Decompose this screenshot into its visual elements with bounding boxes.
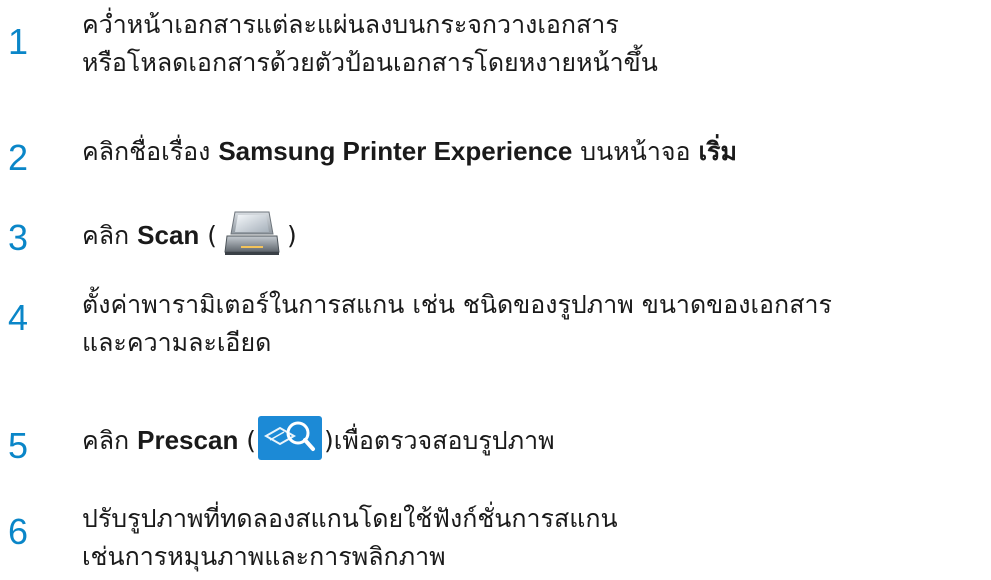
open-paren: ( — [199, 221, 217, 250]
prescan-magnifier-icon — [258, 416, 323, 460]
step-number: 1 — [8, 21, 29, 62]
step-line: คว่ำหน้าเอกสารแต่ละแผ่นลงบนกระจกวางเอกสา… — [82, 10, 619, 39]
step-text: คว่ำหน้าเอกสารแต่ละแผ่นลงบนกระจกวางเอกสา… — [82, 6, 658, 82]
step-text: ปรับรูปภาพที่ทดลองสแกนโดยใช้ฟังก์ชั่นการ… — [82, 500, 618, 576]
scan-keyword: Scan — [137, 220, 200, 250]
step-line: หรือโหลดเอกสารด้วยตัวป้อนเอกสารโดยหงายหน… — [82, 48, 658, 77]
step-number: 2 — [8, 137, 29, 178]
step-text: คลิกชื่อเรื่อง Samsung Printer Experienc… — [82, 132, 737, 171]
open-paren: ( — [238, 426, 257, 455]
step-prefix: คลิก — [82, 426, 138, 455]
step-text: คลิก Prescan ( )เพื่อตรวจสอบรูปภาพ — [82, 416, 555, 464]
step-line: ปรับรูปภาพที่ทดลองสแกนโดยใช้ฟังก์ชั่นการ… — [82, 504, 618, 533]
step-number: 6 — [8, 511, 29, 552]
step-text: ตั้งค่าพารามิเตอร์ในการสแกน เช่น ชนิดของ… — [82, 286, 832, 362]
step-line: เช่นการหมุนภาพและการพลิกภาพ — [82, 542, 446, 571]
close-paren: ) — [324, 426, 334, 455]
step-number: 3 — [8, 217, 29, 258]
step-prefix: คลิก — [82, 221, 138, 250]
app-name: Samsung Printer Experience — [218, 136, 573, 166]
step-number: 5 — [8, 425, 29, 466]
start-screen-label: เริ่ม — [698, 137, 737, 166]
step-line: และความละเอียด — [82, 328, 272, 357]
step-middle: บนหน้าจอ — [572, 137, 699, 166]
prescan-keyword: Prescan — [137, 425, 239, 455]
step-number: 4 — [8, 297, 29, 338]
close-paren: ) — [287, 221, 297, 250]
step-line: ตั้งค่าพารามิเตอร์ในการสแกน เช่น ชนิดของ… — [82, 290, 832, 319]
step-prefix: คลิกชื่อเรื่อง — [82, 137, 219, 166]
scanner-icon — [221, 208, 283, 258]
step-suffix: เพื่อตรวจสอบรูปภาพ — [333, 426, 555, 455]
step-text: คลิก Scan () — [82, 211, 297, 262]
